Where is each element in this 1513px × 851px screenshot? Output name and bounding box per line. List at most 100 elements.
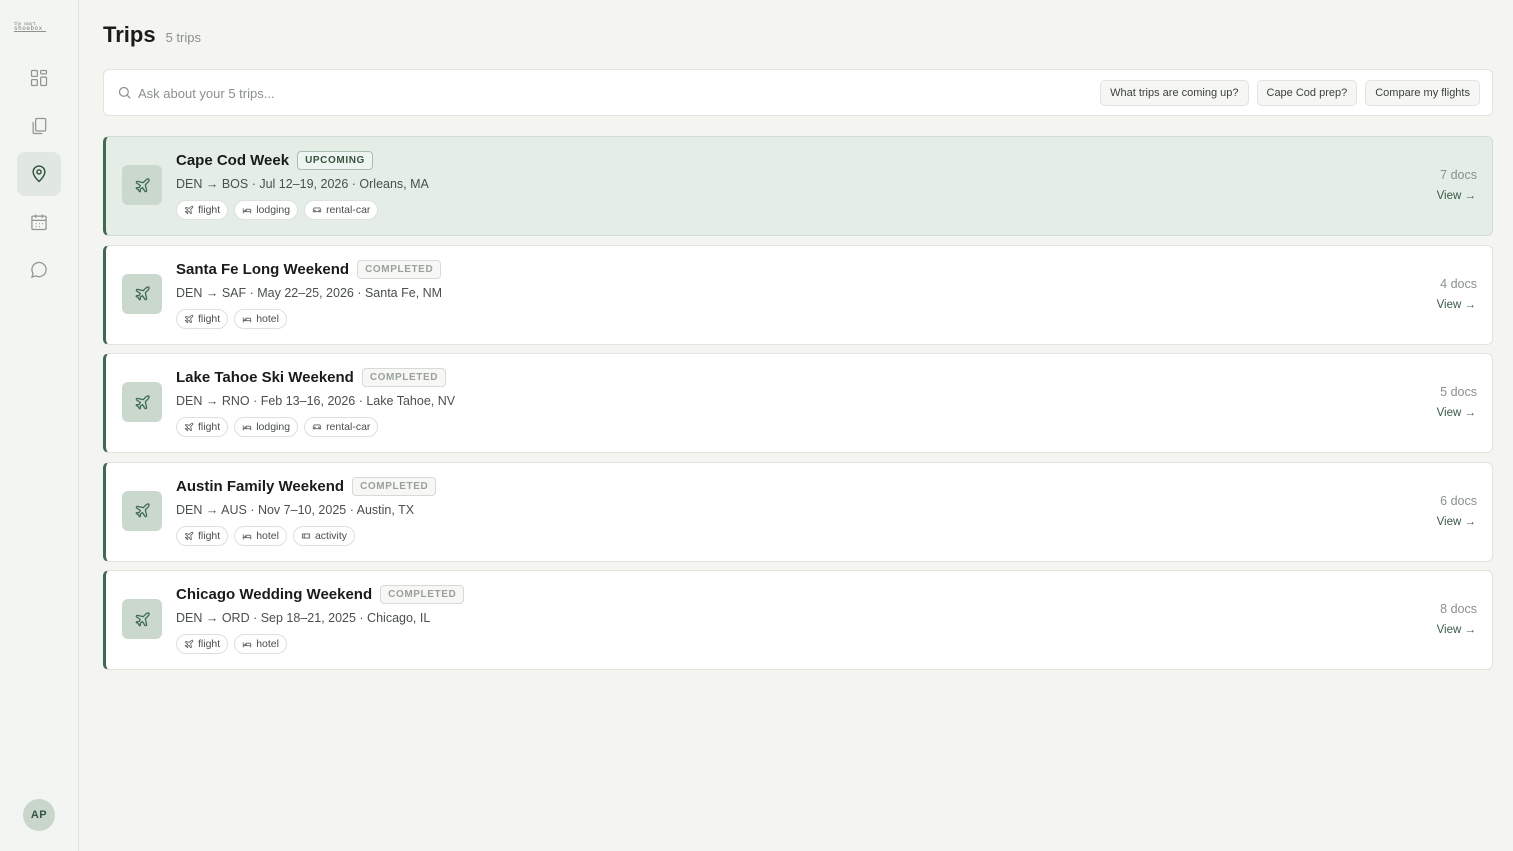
plane-icon — [184, 422, 194, 432]
bed-icon — [243, 208, 252, 214]
nav-trips[interactable] — [17, 152, 61, 196]
chat-bubble-icon — [30, 261, 47, 279]
plane-icon — [134, 177, 150, 193]
trip-tags: flight hotel — [176, 634, 287, 654]
trip-title-row: Lake Tahoe Ski Weekend COMPLETED — [176, 368, 447, 387]
trip-title: Austin Family Weekend — [176, 477, 345, 495]
plane-icon — [134, 611, 150, 627]
trip-title: Chicago Wedding Weekend — [176, 586, 373, 603]
plane-icon — [134, 394, 150, 410]
page-header: Trips 5 trips — [103, 22, 201, 48]
tag-label: flight — [198, 529, 221, 542]
tag-flight: flight — [176, 525, 229, 546]
trip-tags: flight lodging rental-car — [176, 417, 379, 437]
trip-card[interactable]: Lake Tahoe Ski Weekend COMPLETED DEN → R… — [103, 353, 1493, 453]
tag-label: hotel — [256, 638, 279, 650]
tag-flight: flight — [176, 417, 229, 437]
tag-lodging: lodging — [234, 417, 299, 437]
tag-flight: flight — [176, 308, 229, 329]
tag-activity: activity — [292, 525, 356, 546]
trip-type-badge — [122, 599, 162, 639]
trip-type-badge — [122, 490, 162, 531]
trip-tags: flight hotel activity — [176, 525, 356, 546]
map-pin-icon — [32, 165, 46, 183]
trip-count: 5 trips — [165, 30, 201, 45]
trip-doc-count: 4 docs — [1440, 276, 1477, 291]
sidebar: the smart shoebox AP — [0, 0, 79, 851]
bed-icon — [243, 425, 252, 431]
trip-card[interactable]: Austin Family Weekend COMPLETED DEN → AU… — [103, 461, 1493, 562]
trip-card[interactable]: Santa Fe Long Weekend COMPLETED DEN → SA… — [103, 244, 1493, 345]
tag-label: flight — [198, 204, 221, 216]
trip-card[interactable]: Chicago Wedding Weekend COMPLETED DEN → … — [103, 570, 1493, 670]
nav-dashboard[interactable] — [17, 56, 61, 100]
status-badge: COMPLETED — [361, 368, 447, 387]
search-input[interactable] — [138, 82, 1038, 104]
tag-label: flight — [198, 421, 221, 433]
trip-title-row: Santa Fe Long Weekend COMPLETED — [176, 259, 442, 279]
tag-label: activity — [314, 529, 348, 542]
suggestion-chips: What trips are coming up? Cape Cod prep?… — [1100, 80, 1480, 106]
trip-doc-count: 7 docs — [1440, 168, 1477, 182]
trip-route-dates: DEN → AUS · Nov 7–10, 2025 · Austin, TX — [176, 502, 415, 517]
tag-flight: flight — [176, 634, 229, 654]
bed-icon — [243, 642, 252, 648]
page-title: Trips — [103, 22, 156, 47]
view-trip-link[interactable]: View → — [1437, 624, 1476, 636]
user-avatar[interactable]: AP — [23, 799, 55, 831]
trip-list: Cape Cod Week UPCOMING DEN → BOS · Jul 1… — [103, 136, 1493, 679]
trip-route-dates: DEN → SAF · May 22–25, 2026 · Santa Fe, … — [176, 285, 443, 300]
plane-icon — [184, 314, 194, 323]
trip-type-badge — [122, 165, 162, 205]
trip-title-row: Austin Family Weekend COMPLETED — [176, 476, 437, 496]
suggestion-cape-cod-prep[interactable]: Cape Cod prep? — [1256, 80, 1358, 106]
tag-label: lodging — [256, 421, 291, 433]
tag-label: rental-car — [326, 421, 371, 433]
brand-line-2: shoebox — [14, 26, 46, 32]
plane-icon — [184, 205, 194, 215]
view-trip-link[interactable]: View → — [1437, 299, 1476, 311]
tag-label: flight — [198, 312, 221, 325]
trip-title-row: Chicago Wedding Weekend COMPLETED — [176, 585, 465, 604]
brand-logo[interactable]: the smart shoebox — [14, 21, 46, 37]
status-badge: COMPLETED — [380, 585, 465, 604]
trip-card[interactable]: Cape Cod Week UPCOMING DEN → BOS · Jul 1… — [103, 136, 1493, 236]
tag-label: flight — [198, 638, 221, 650]
bed-icon — [243, 533, 252, 539]
tag-label: hotel — [256, 312, 279, 325]
trip-title: Lake Tahoe Ski Weekend — [176, 369, 354, 386]
suggestion-upcoming-trips[interactable]: What trips are coming up? — [1100, 80, 1249, 106]
ask-search-bar: What trips are coming up? Cape Cod prep?… — [103, 69, 1493, 116]
tag-rental-car: rental-car — [304, 200, 379, 220]
trip-type-badge — [122, 273, 162, 314]
plane-icon — [184, 531, 194, 540]
view-trip-link[interactable]: View → — [1437, 407, 1476, 419]
plane-icon — [134, 503, 150, 518]
nav-documents[interactable] — [17, 104, 61, 148]
nav-chat[interactable] — [17, 248, 61, 292]
trip-doc-count: 8 docs — [1440, 602, 1477, 616]
tag-hotel: hotel — [234, 634, 287, 654]
calendar-icon — [31, 214, 47, 231]
tag-label: lodging — [256, 204, 291, 216]
documents-icon — [32, 117, 47, 135]
bed-icon — [243, 316, 252, 322]
plane-icon — [134, 286, 150, 301]
trip-doc-count: 6 docs — [1440, 493, 1477, 508]
tag-flight: flight — [176, 200, 229, 220]
trip-tags: flight hotel — [176, 308, 287, 329]
tag-hotel: hotel — [234, 525, 287, 546]
trip-title: Cape Cod Week — [176, 152, 290, 169]
car-icon — [312, 424, 322, 430]
tag-rental-car: rental-car — [304, 417, 379, 437]
trip-doc-count: 5 docs — [1440, 385, 1477, 399]
suggestion-compare-flights[interactable]: Compare my flights — [1365, 80, 1480, 106]
view-trip-link[interactable]: View → — [1437, 190, 1476, 202]
tag-label: hotel — [256, 529, 279, 542]
nav-calendar[interactable] — [17, 200, 61, 244]
view-trip-link[interactable]: View → — [1437, 516, 1476, 528]
ticket-icon — [301, 533, 311, 538]
status-badge: COMPLETED — [357, 259, 442, 279]
trip-title-row: Cape Cod Week UPCOMING — [176, 151, 373, 170]
search-icon — [118, 86, 131, 99]
